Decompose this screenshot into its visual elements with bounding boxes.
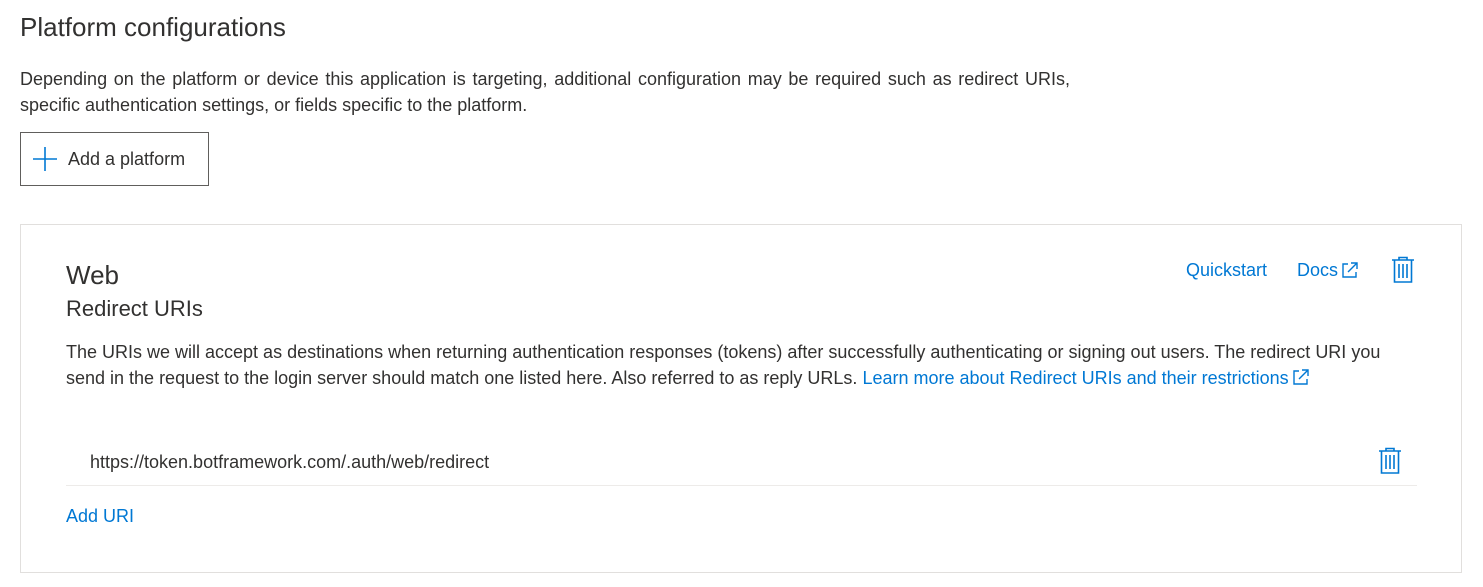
card-title: Web [66, 260, 119, 290]
page-title: Platform configurations [20, 12, 286, 42]
platform-configurations-page: Platform configurations Depending on the… [0, 0, 1483, 587]
redirect-uri-row: https://token.botframework.com/.auth/web… [66, 441, 1417, 486]
external-link-icon [1292, 369, 1309, 385]
delete-uri-trash-icon[interactable] [1378, 447, 1402, 475]
delete-platform-trash-icon[interactable] [1391, 256, 1415, 284]
plus-icon [33, 147, 57, 171]
external-link-icon [1342, 262, 1358, 278]
docs-link[interactable]: Docs [1297, 260, 1360, 281]
docs-link-label: Docs [1296, 259, 1338, 280]
redirect-uri-value[interactable]: https://token.botframework.com/.auth/web… [90, 449, 489, 475]
card-actions: Quickstart Docs [1186, 255, 1415, 285]
redirect-uris-description: The URIs we will accept as destinations … [66, 339, 1396, 391]
add-platform-label: Add a platform [68, 148, 186, 169]
add-uri-link[interactable]: Add URI [66, 503, 134, 529]
intro-text: Depending on the platform or device this… [20, 69, 1070, 115]
learn-more-link[interactable]: Learn more about Redirect URIs and their… [862, 368, 1310, 388]
redirect-uris-heading: Redirect URIs [66, 296, 203, 321]
add-platform-button[interactable]: Add a platform [20, 132, 209, 186]
web-platform-card: Web Quickstart Docs Redirect URIs The UR… [20, 224, 1462, 573]
quickstart-link[interactable]: Quickstart [1186, 260, 1267, 281]
learn-more-label: Learn more about Redirect URIs and their… [862, 368, 1289, 388]
